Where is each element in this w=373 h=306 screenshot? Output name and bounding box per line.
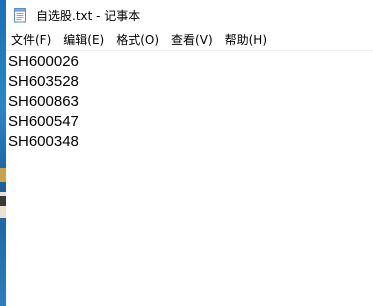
menu-view[interactable]: 查看(V) xyxy=(165,30,219,50)
document-lines: SH600026 SH603528 SH600863 SH600547 SH60… xyxy=(6,51,373,152)
notepad-window: 自选股.txt - 记事本 文件(F) 编辑(E) 格式(O) 查看(V) 帮助… xyxy=(0,0,373,306)
menu-edit[interactable]: 编辑(E) xyxy=(57,30,110,50)
text-editor-area[interactable]: SH600026 SH603528 SH600863 SH600547 SH60… xyxy=(6,51,373,306)
menu-bar: 文件(F) 编辑(E) 格式(O) 查看(V) 帮助(H) xyxy=(6,30,373,50)
menu-file[interactable]: 文件(F) xyxy=(6,30,57,50)
menu-help[interactable]: 帮助(H) xyxy=(219,30,273,50)
title-bar[interactable]: 自选股.txt - 记事本 xyxy=(6,0,373,30)
document-line: SH600026 xyxy=(8,53,79,70)
menu-format[interactable]: 格式(O) xyxy=(110,30,165,50)
document-line: SH603528 xyxy=(8,73,79,90)
document-line: SH600863 xyxy=(8,93,79,110)
document-line: SH600547 xyxy=(8,113,79,130)
document-line: SH600348 xyxy=(8,133,79,150)
notepad-icon xyxy=(14,8,26,23)
window-title: 自选股.txt - 记事本 xyxy=(36,8,141,23)
